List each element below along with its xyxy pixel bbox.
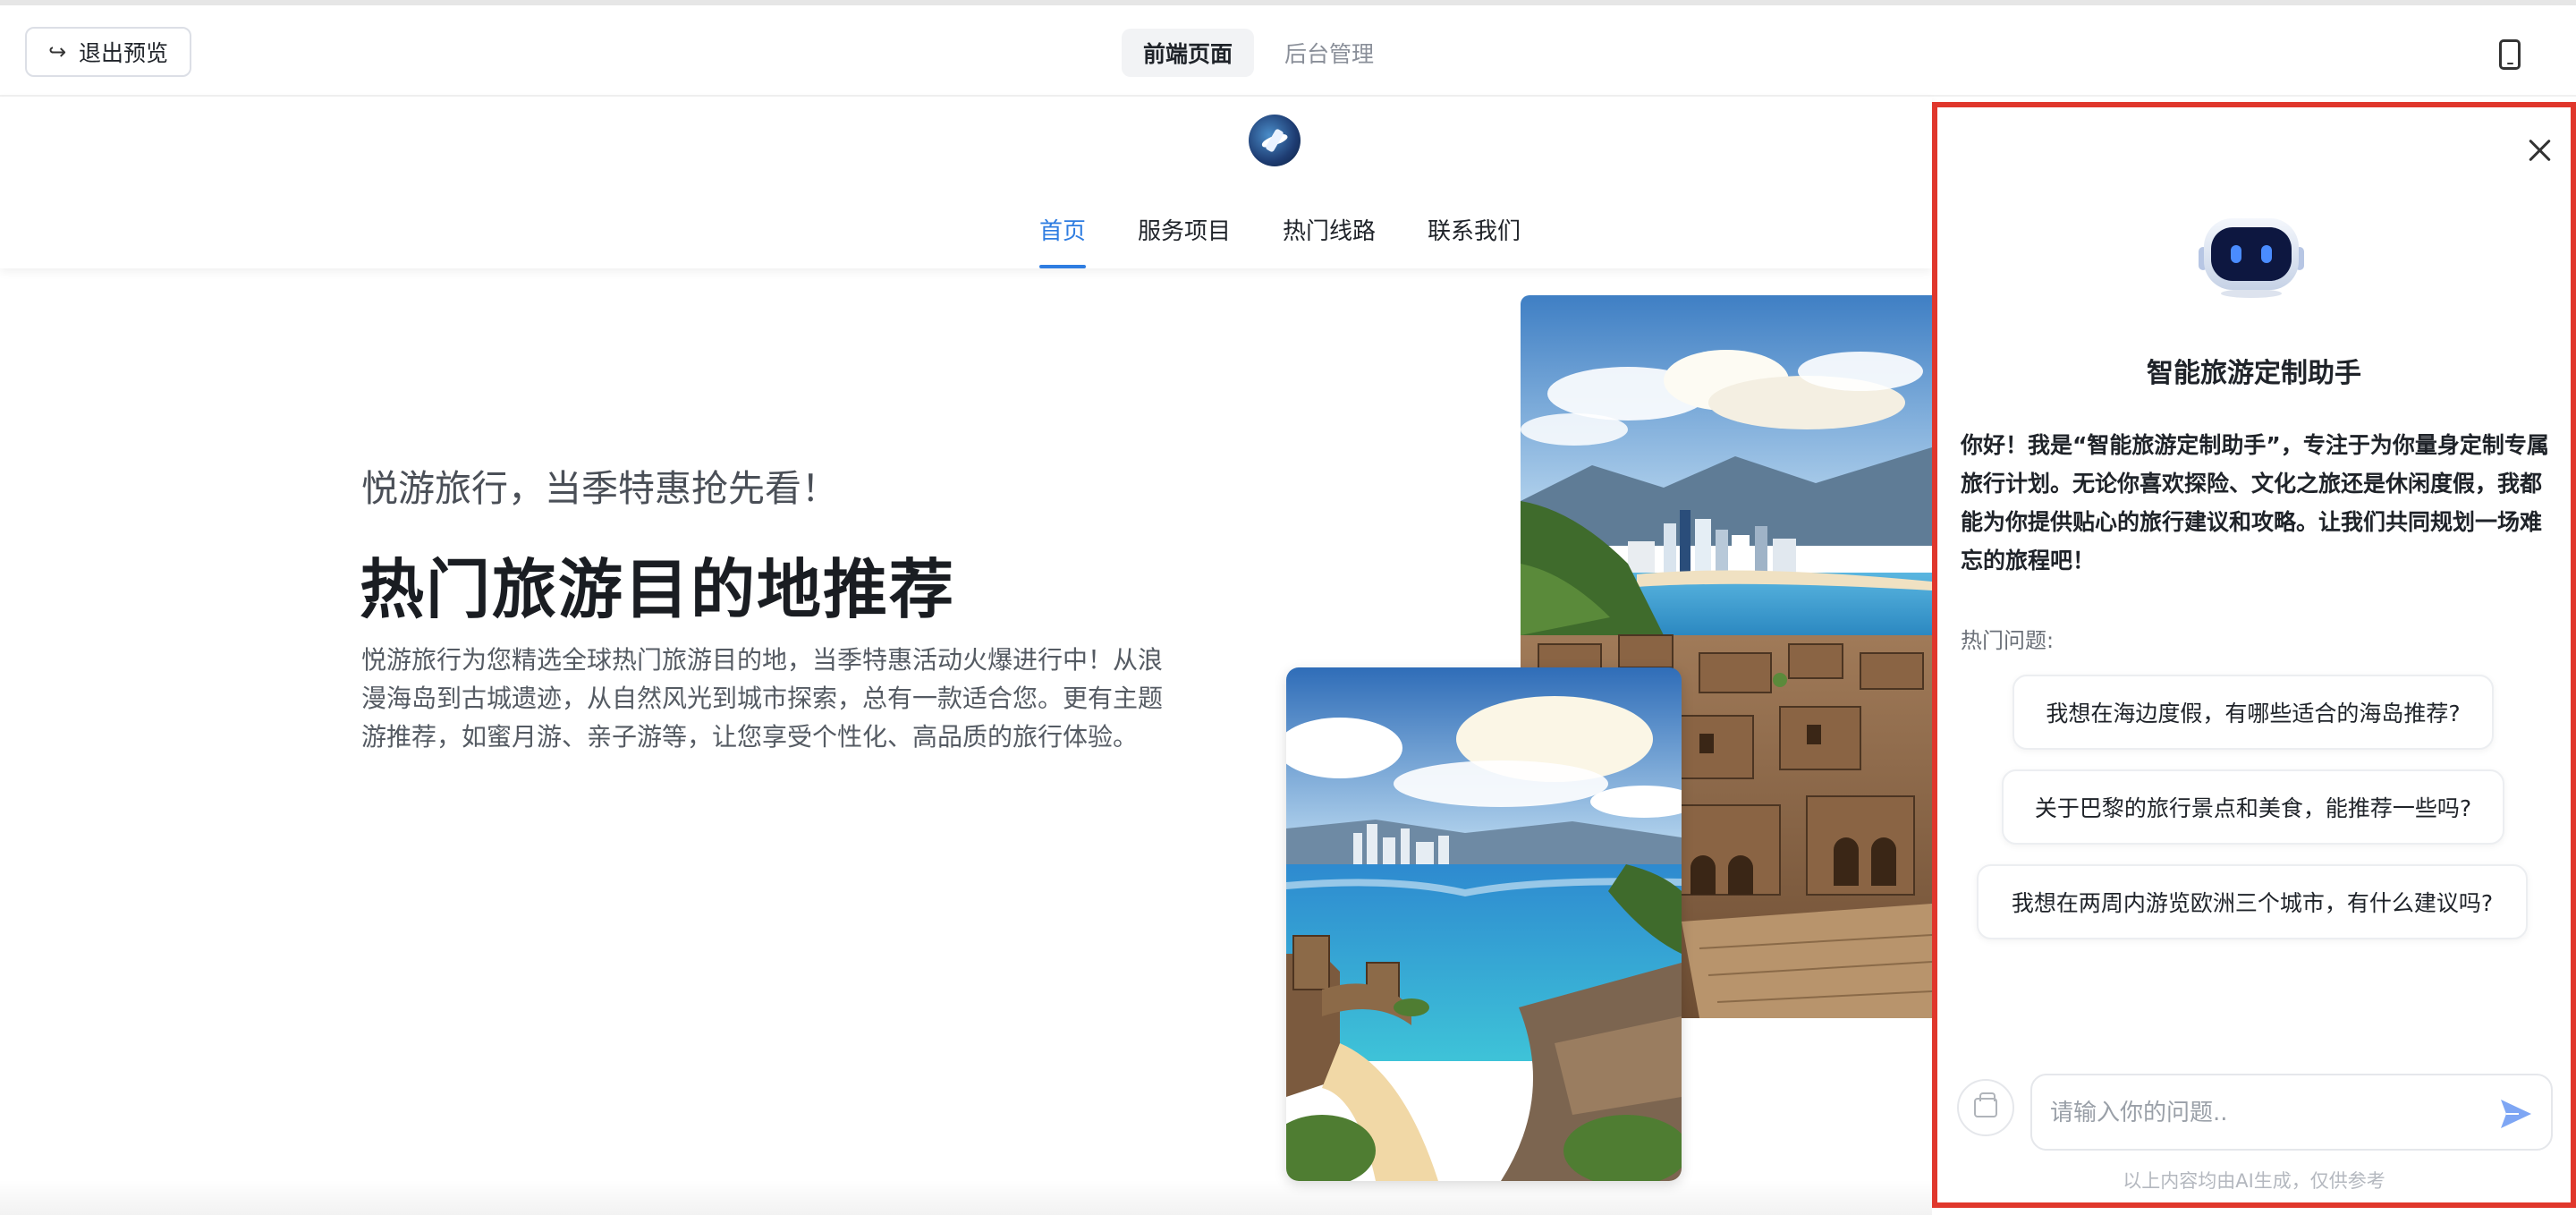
site-logo[interactable] [1249, 115, 1301, 166]
chat-input-box [2030, 1074, 2553, 1151]
toolbox-button[interactable] [1957, 1079, 2014, 1136]
hero-subtitle: 悦游旅行，当季特惠抢先看！ [361, 467, 838, 510]
exit-preview-label: 退出预览 [79, 40, 169, 66]
exit-preview-button[interactable]: ↩ 退出预览 [25, 27, 191, 77]
tab-admin[interactable]: 后台管理 [1263, 29, 1395, 77]
ai-disclaimer: 以上内容均由AI生成，仅供参考 [2123, 1170, 2385, 1192]
preview-toolbar: ↩ 退出预览 前端页面 后台管理 [0, 5, 2576, 97]
hot-questions-label: 热门问题: [1961, 628, 2055, 653]
mode-tabs: 前端页面 后台管理 [1122, 29, 1395, 77]
hero-image-wall-seaside [1286, 667, 1682, 1181]
bottom-shadow [0, 1179, 1932, 1215]
send-icon[interactable] [2497, 1095, 2535, 1133]
suggested-question[interactable]: 我想在两周内游览欧洲三个城市，有什么建议吗? [1977, 864, 2528, 939]
return-arrow-icon: ↩ [47, 39, 67, 64]
nav-item-contact[interactable]: 联系我们 [1428, 213, 1521, 268]
hero-description: 悦游旅行为您精选全球热门旅游目的地，当季特惠活动火爆进行中！从浪漫海岛到古城遗迹… [361, 645, 1164, 752]
assistant-intro: 你好！我是“智能旅游定制助手”，专注于为你量身定制专属旅行计划。无论你喜欢探险、… [1961, 432, 2549, 574]
nav-item-home[interactable]: 首页 [1039, 213, 1087, 268]
assistant-title: 智能旅游定制助手 [2147, 358, 2361, 389]
tab-frontend[interactable]: 前端页面 [1122, 29, 1255, 77]
suggested-question[interactable]: 关于巴黎的旅行景点和美食，能推荐一些吗? [2002, 769, 2504, 845]
suggested-question[interactable]: 我想在海边度假，有哪些适合的海岛推荐? [2012, 675, 2494, 750]
mobile-phone-icon[interactable] [2499, 39, 2521, 70]
nav-item-services[interactable]: 服务项目 [1138, 213, 1231, 268]
site-header: 首页 服务项目 热门线路 联系我们 [0, 97, 1932, 268]
robot-avatar-icon [2199, 215, 2304, 301]
site-nav: 首页 服务项目 热门线路 联系我们 [1039, 213, 1521, 268]
toolbox-icon [1974, 1092, 1997, 1117]
chat-input[interactable] [2050, 1093, 2479, 1133]
close-icon[interactable] [2524, 134, 2556, 166]
ai-assistant-panel: 智能旅游定制助手 你好！我是“智能旅游定制助手”，专注于为你量身定制专属旅行计划… [1932, 102, 2576, 1208]
hero-title: 热门旅游目的地推荐 [360, 552, 956, 627]
nav-item-routes[interactable]: 热门线路 [1283, 213, 1376, 268]
